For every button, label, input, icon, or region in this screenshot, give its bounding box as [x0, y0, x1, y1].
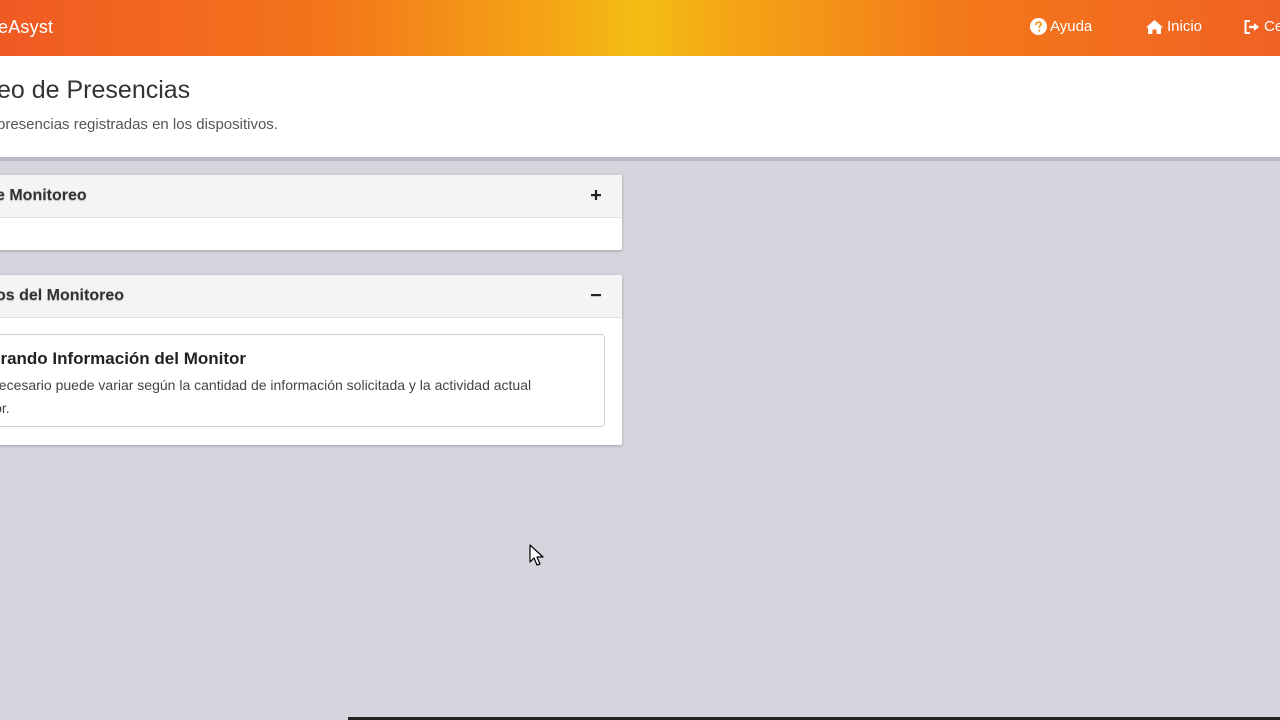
page-header: eo de Presencias presencias registradas … [0, 56, 1280, 161]
top-navbar: eAsyst Ayuda Inicio Ce [0, 0, 1280, 56]
panel-monitoreo: e Monitoreo [0, 175, 622, 250]
sign-out-icon [1244, 19, 1259, 34]
panel-heading[interactable]: os del Monitoreo [0, 275, 622, 318]
page-subtitle: presencias registradas en los dispositiv… [0, 116, 278, 133]
info-text-line: necesario puede variar según la cantidad… [0, 377, 532, 393]
nav-link-ayuda[interactable]: Ayuda [1030, 18, 1092, 35]
nav-link-label: Inicio [1167, 18, 1203, 35]
nav-link-inicio[interactable]: Inicio [1145, 18, 1202, 35]
nav-link-label: Ce [1264, 18, 1280, 35]
loading-info-box: erando Información del Monitor necesario… [0, 334, 605, 427]
brand-logo[interactable]: eAsyst [0, 17, 53, 38]
info-title: erando Información del Monitor [0, 349, 247, 368]
page-title: eo de Presencias [0, 76, 191, 104]
minus-icon[interactable] [588, 287, 604, 303]
panel-title: e Monitoreo [0, 187, 87, 204]
info-text: necesario puede variar según la cantidad… [0, 374, 581, 420]
mouse-cursor-icon [529, 544, 544, 566]
question-circle-icon [1030, 18, 1047, 35]
panel-heading[interactable]: e Monitoreo [0, 175, 622, 218]
nav-link-label: Ayuda [1050, 18, 1093, 35]
panel-resultados-monitoreo: os del Monitoreo erando Información del … [0, 275, 622, 445]
info-text-line: lor. [0, 400, 10, 416]
home-icon [1146, 19, 1163, 34]
plus-icon[interactable] [588, 187, 604, 203]
nav-link-cerrar[interactable]: Ce [1243, 18, 1280, 35]
panel-title: os del Monitoreo [0, 287, 124, 304]
